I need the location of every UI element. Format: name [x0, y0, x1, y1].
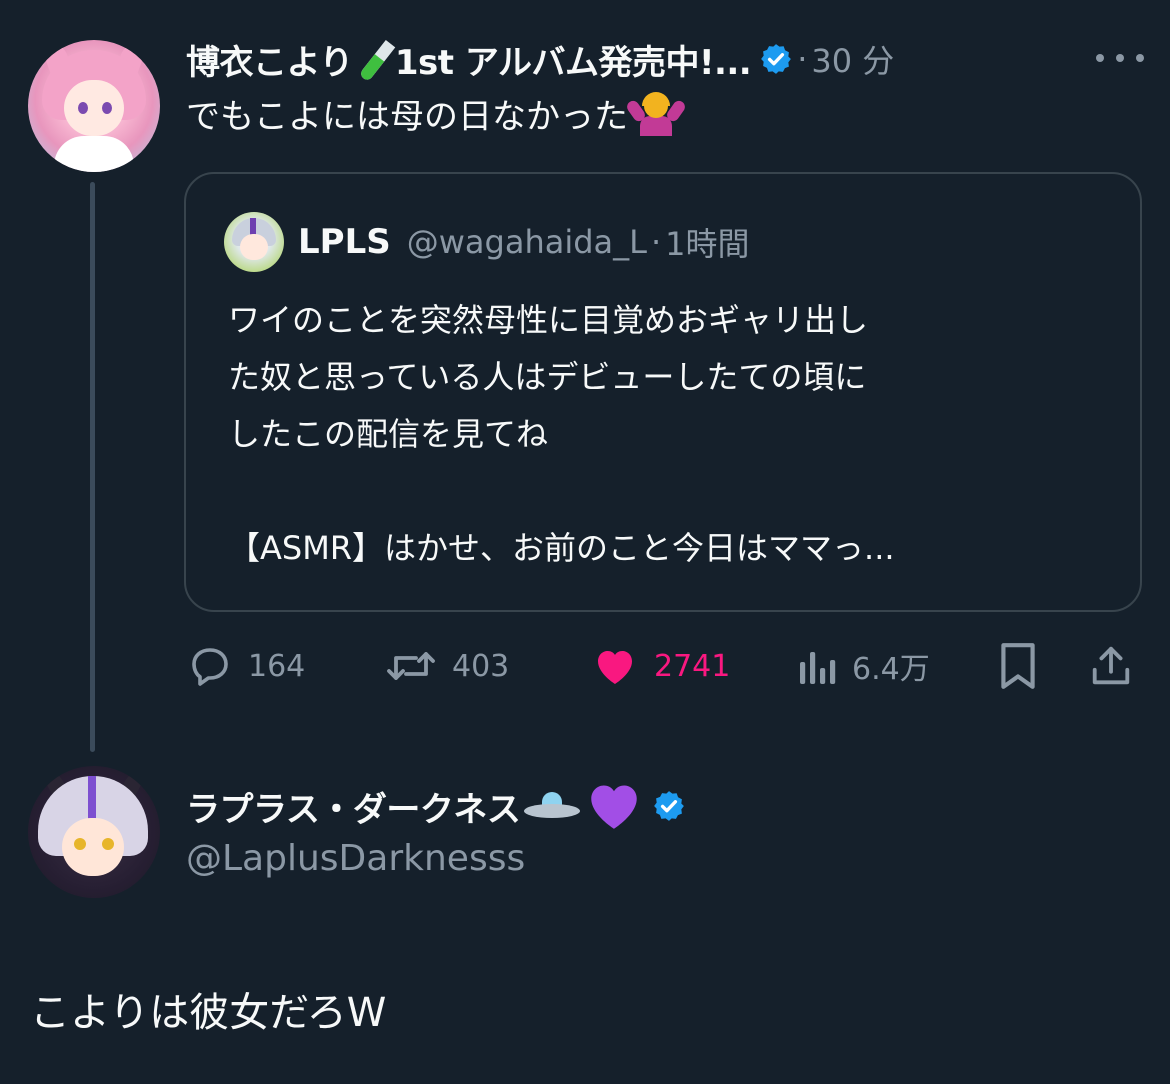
quote-text-line: た奴と思っている人はデビューしたての頃に — [228, 358, 867, 396]
quote-author-handle: @wagahaida_L — [406, 223, 647, 261]
tweet-header: 博衣こより 1st アルバム発売中!... · 30 分 — [186, 32, 894, 86]
author-name-suffix[interactable]: 1st アルバム発売中!... — [395, 35, 752, 84]
view-count: 6.4万 — [852, 652, 930, 687]
verified-badge-icon — [761, 44, 792, 74]
reply-author-handle[interactable]: @LaplusDarknesss — [186, 838, 525, 879]
purple-heart-emoji — [591, 785, 638, 829]
share-icon — [1092, 646, 1130, 685]
views-chart-icon — [800, 652, 836, 684]
tweet-text-content: でもこよには母の日なかった — [186, 97, 628, 137]
tweet-actions: 164 403 2741 6.4万 — [186, 636, 1146, 696]
reply-author-avatar[interactable] — [28, 766, 160, 898]
tweet-text: でもこよには母の日なかった — [186, 92, 688, 142]
like-button[interactable]: 2741 — [590, 636, 730, 696]
quote-time: 1時間 — [665, 225, 750, 263]
quoted-tweet-card[interactable]: LPLS @wagahaida_L · 1時間 ワイのことを突然母性に目覚めおギ… — [184, 172, 1142, 612]
tweet-time[interactable]: 30 分 — [811, 36, 894, 82]
retweet-count: 403 — [452, 648, 510, 684]
meta-separator: · — [797, 40, 808, 78]
quote-text-line: 【ASMR】はかせ、お前のこと今日はママっ... — [228, 529, 895, 567]
bookmark-button[interactable] — [996, 636, 1040, 696]
tweet-detail-page: 博衣こより 1st アルバム発売中!... · 30 分 でもこよには母の日なか… — [0, 0, 1170, 1084]
quote-author-name: LPLS — [298, 222, 391, 262]
quote-author-avatar — [224, 212, 284, 272]
test-tube-emoji — [357, 39, 396, 83]
author-name[interactable]: 博衣こより — [186, 35, 353, 84]
reply-text: こよりは彼女だろW — [30, 990, 387, 1036]
quote-meta-separator: · — [650, 223, 662, 261]
views-button[interactable]: 6.4万 — [794, 636, 930, 696]
flying-saucer-emoji — [522, 786, 582, 826]
share-button[interactable] — [1088, 636, 1134, 696]
retweet-button[interactable]: 403 — [384, 636, 509, 696]
reply-author-name[interactable]: ラプラス・ダークネス — [186, 782, 521, 831]
retweet-icon — [387, 652, 435, 680]
quote-text-line: したこの配信を見てね — [228, 415, 549, 453]
quote-header: LPLS @wagahaida_L · 1時間 — [298, 216, 750, 268]
person-shrugging-emoji — [624, 92, 688, 136]
reply-button[interactable]: 164 — [186, 636, 305, 696]
bookmark-icon — [1001, 643, 1035, 689]
quote-text-line: ワイのことを突然母性に目覚めおギャリ出し — [228, 301, 869, 339]
like-count: 2741 — [654, 648, 731, 684]
more-options-icon[interactable] — [1096, 52, 1144, 64]
quote-text-blank-line — [228, 463, 1108, 520]
heart-filled-icon — [598, 651, 632, 684]
thread-line — [90, 182, 95, 752]
verified-badge-icon — [654, 791, 685, 821]
quote-text: ワイのことを突然母性に目覚めおギャリ出し た奴と思っている人はデビューしたての頃… — [228, 292, 1108, 577]
reply-icon — [192, 648, 228, 686]
reply-header: ラプラス・ダークネス — [186, 778, 686, 834]
reply-count: 164 — [248, 648, 306, 684]
author-avatar[interactable] — [28, 40, 160, 172]
